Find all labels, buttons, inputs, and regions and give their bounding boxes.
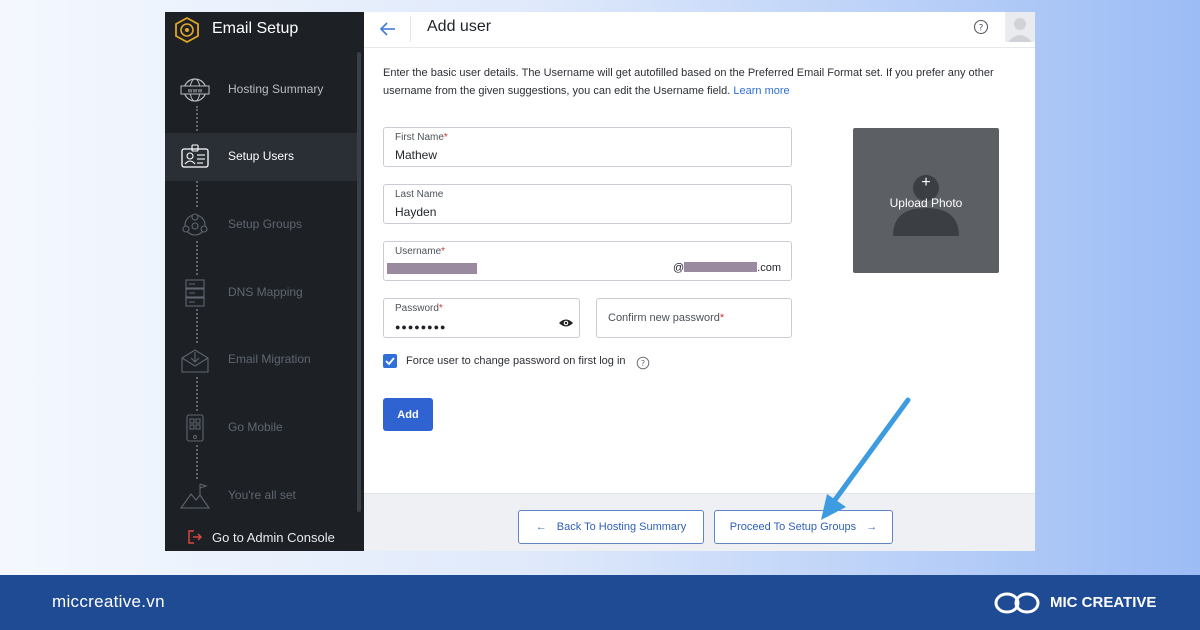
page-title: Add user (427, 18, 492, 35)
top-bar: Add user ? (364, 12, 1035, 48)
top-bar-divider (410, 16, 411, 42)
password-value: ●●●●●●●● (395, 322, 447, 332)
force-change-label[interactable]: Force user to change password on first l… (406, 355, 626, 367)
sidebar-item-label: Hosting Summary (228, 82, 324, 96)
first-name-label: First Name* (395, 132, 448, 143)
password-label: Password* (395, 303, 443, 314)
sidebar-item-setup-groups[interactable]: Setup Groups (165, 201, 357, 249)
back-to-hosting-summary-button[interactable]: ← Back To Hosting Summary (518, 510, 704, 544)
required-mark: * (443, 132, 448, 143)
app-title: Email Setup (212, 20, 299, 37)
plus-icon: + (921, 174, 931, 191)
intro-body: Enter the basic user details. The Userna… (383, 67, 994, 97)
required-mark: * (438, 303, 443, 314)
help-icon[interactable]: ? (973, 19, 989, 35)
back-button-label: Back To Hosting Summary (556, 521, 687, 533)
sidebar-header: Email Setup (165, 12, 364, 48)
sidebar-item-all-set[interactable]: You're all set (165, 472, 357, 520)
groups-icon (179, 209, 211, 241)
sidebar-item-label: DNS Mapping (228, 285, 303, 299)
setup-sidebar: Email Setup www Hosting Summary Setup Us… (165, 12, 364, 551)
add-button[interactable]: Add (383, 398, 433, 431)
learn-more-link[interactable]: Learn more (733, 85, 789, 97)
sidebar-scrollbar[interactable] (357, 52, 361, 512)
arrow-right-icon: → (866, 521, 878, 533)
envelope-download-icon (179, 344, 211, 376)
proceed-button-label: Proceed To Setup Groups (729, 521, 857, 533)
server-icon (179, 277, 211, 309)
upload-photo-label: Upload Photo (889, 196, 963, 210)
svg-text:www: www (188, 88, 203, 95)
confirm-password-field[interactable]: Confirm new password* (596, 298, 792, 338)
admin-console-label: Go to Admin Console (212, 530, 335, 545)
domain-redaction (684, 262, 758, 272)
mountain-flag-icon (179, 480, 211, 512)
required-mark: * (441, 246, 446, 257)
password-field[interactable]: Password* ●●●●●●●● (383, 298, 580, 338)
sidebar-item-hosting-summary[interactable]: www Hosting Summary (165, 66, 357, 114)
screenshot-frame: Email Setup www Hosting Summary Setup Us… (165, 12, 1035, 551)
confirm-password-placeholder: Confirm new password* (608, 312, 725, 324)
avatar[interactable] (1005, 12, 1035, 42)
first-name-field[interactable]: First Name* Mathew (383, 127, 792, 167)
sidebar-item-label: Go Mobile (228, 420, 283, 434)
go-to-admin-console-link[interactable]: Go to Admin Console (165, 523, 364, 551)
user-avatar-icon (1008, 18, 1032, 42)
last-name-value: Hayden (395, 205, 437, 219)
help-icon[interactable]: ? (636, 356, 650, 370)
upload-photo-box[interactable]: + Upload Photo (853, 128, 999, 273)
proceed-to-setup-groups-button[interactable]: Proceed To Setup Groups → (714, 510, 893, 544)
username-field[interactable]: Username* @ .com (383, 241, 792, 281)
email-setup-logo-icon (175, 16, 199, 44)
eye-icon[interactable] (558, 317, 574, 329)
username-domain: @ .com (672, 262, 781, 274)
back-arrow-icon[interactable] (378, 19, 398, 39)
globe-www-icon: www (179, 74, 211, 106)
username-label: Username* (395, 246, 446, 257)
last-name-label: Last Name (395, 189, 444, 200)
brand-footer-bar: miccreative.vn MIC CREATIVE (0, 575, 1200, 630)
check-icon (385, 357, 395, 366)
mobile-icon (179, 412, 211, 444)
last-name-field[interactable]: Last Name Hayden (383, 184, 792, 224)
wizard-footer: ← Back To Hosting Summary Proceed To Set… (364, 493, 1035, 551)
sidebar-item-dns-mapping[interactable]: DNS Mapping (165, 269, 357, 317)
brand-url: miccreative.vn (52, 592, 165, 611)
sidebar-item-go-mobile[interactable]: Go Mobile (165, 404, 357, 452)
exit-icon (188, 530, 202, 544)
add-user-panel: Add user ? Enter the basic user details.… (364, 12, 1035, 551)
intro-text: Enter the basic user details. The Userna… (383, 64, 1028, 100)
sidebar-item-label: You're all set (228, 488, 296, 502)
required-mark: * (719, 312, 725, 324)
first-name-value: Mathew (395, 148, 438, 162)
sidebar-item-label: Setup Groups (228, 217, 303, 231)
force-change-checkbox[interactable] (383, 354, 397, 368)
sidebar-item-label: Email Migration (228, 352, 311, 366)
svg-text:?: ? (641, 359, 645, 368)
mic-creative-logo-icon (994, 592, 1040, 614)
sidebar-item-setup-users[interactable]: Setup Users (165, 133, 357, 181)
svg-text:?: ? (979, 23, 984, 33)
user-card-icon (179, 141, 211, 173)
sidebar-item-label: Setup Users (228, 149, 295, 163)
sidebar-item-email-migration[interactable]: Email Migration (165, 336, 357, 384)
arrow-left-icon: ← (535, 521, 547, 533)
brand-name: MIC CREATIVE (1050, 594, 1157, 611)
username-redacted-value (387, 263, 477, 274)
